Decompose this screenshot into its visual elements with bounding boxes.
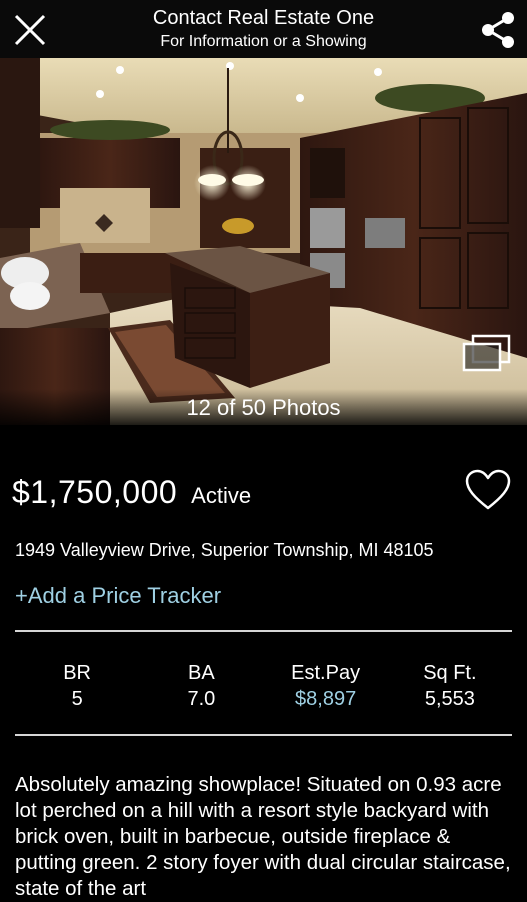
stat-bedrooms: BR 5 (15, 660, 139, 720)
close-button[interactable] (10, 10, 50, 50)
stat-value: 5 (71, 688, 83, 710)
stat-label: Sq Ft. (423, 662, 477, 684)
header-subtitle: For Information or a Showing (160, 33, 367, 50)
top-bar: Contact Real Estate One For Information … (0, 0, 527, 58)
listing-photo[interactable]: 12 of 50 Photos (0, 58, 527, 425)
header-title: Contact Real Estate One (152, 7, 375, 29)
price-row: $1,750,000 Active (12, 474, 251, 511)
heart-icon (465, 469, 511, 510)
stat-bathrooms: BA 7.0 (139, 660, 263, 720)
stat-value: 7.0 (187, 688, 216, 710)
stat-label: BR (63, 662, 92, 684)
share-icon (482, 12, 514, 48)
contact-header[interactable]: Contact Real Estate One For Information … (80, 6, 447, 52)
favorite-button[interactable] (463, 466, 513, 514)
listing-price: $1,750,000 (12, 474, 178, 510)
listing-stats: BR 5 BA 7.0 Est.Pay $8,897 Sq Ft. 5,553 (15, 660, 512, 720)
listing-address: 1949 Valleyview Drive, Superior Township… (15, 540, 434, 560)
close-icon (14, 14, 46, 46)
stat-value-link[interactable]: $8,897 (264, 686, 388, 712)
listing-description: Absolutely amazing showplace! Situated o… (15, 773, 511, 900)
stat-label: BA (188, 662, 215, 684)
divider-top (15, 630, 512, 632)
listing-status: Active (191, 483, 252, 508)
kitchen-photo-image (0, 58, 527, 425)
stat-square-feet: Sq Ft. 5,553 (388, 660, 512, 720)
share-button[interactable] (477, 8, 519, 52)
add-price-tracker-link[interactable]: +Add a Price Tracker (15, 583, 221, 609)
stat-est-payment[interactable]: Est.Pay $8,897 (264, 660, 388, 720)
photo-counter: 12 of 50 Photos (186, 395, 341, 420)
stat-label: Est.Pay (291, 662, 361, 684)
stat-value: 5,553 (424, 688, 475, 710)
divider-bottom (15, 734, 512, 736)
gallery-icon (462, 334, 511, 372)
gallery-button[interactable] (461, 334, 513, 372)
